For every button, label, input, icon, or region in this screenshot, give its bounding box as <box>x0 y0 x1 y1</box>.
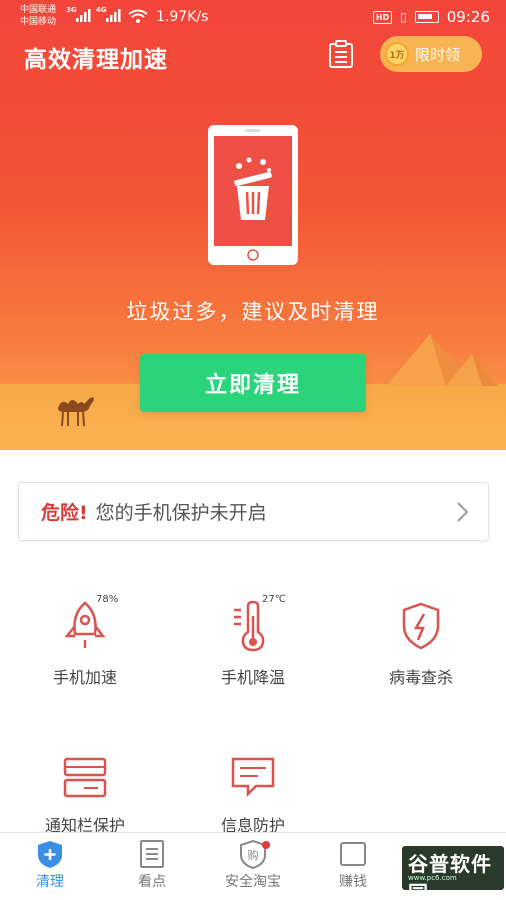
money-icon <box>340 842 366 866</box>
phone-trash-illustration <box>208 125 298 265</box>
rocket-icon <box>64 601 106 648</box>
coin-icon: 1万 <box>385 42 409 66</box>
tab-label: 安全淘宝 <box>225 874 281 890</box>
app-screen: 中国联通 中国移动 3G 4G 1.97K/s HD ▯ 09:26 高效清理加… <box>0 0 506 900</box>
svg-text:购: 购 <box>248 848 259 862</box>
carrier-2: 中国移动 <box>20 17 57 27</box>
thermometer-icon <box>234 600 265 652</box>
hd-badge: HD <box>372 10 393 24</box>
feature-virus-scan[interactable]: 病毒查杀 <box>366 600 476 688</box>
feature-phone-boost[interactable]: 78% 手机加速 <box>30 594 140 688</box>
promo-label: 限时领 <box>415 45 461 64</box>
status-right: HD ▯ 09:26 <box>372 8 490 26</box>
shield-plus-icon <box>38 841 62 868</box>
carrier-1: 中国联通 <box>20 5 57 15</box>
carrier-labels: 中国联通 中国移动 <box>20 4 56 28</box>
hero-message: 垃圾过多，建议及时清理 <box>126 300 380 324</box>
temperature-badge: 27℃ <box>262 594 286 605</box>
clean-now-button[interactable]: 立即清理 <box>140 354 366 412</box>
signal-icon-2 <box>106 9 121 22</box>
limited-offer-button[interactable]: 1万 限时领 <box>380 36 482 72</box>
feature-label: 病毒查杀 <box>388 668 453 687</box>
clock: 09:26 <box>446 8 490 26</box>
watermark-url: www.pc6.com <box>408 874 457 882</box>
warning-message: 您的手机保护未开启 <box>95 502 267 524</box>
notification-bar-icon <box>63 757 107 798</box>
notification-dot <box>262 841 270 849</box>
protection-warning-card[interactable]: 危险! 您的手机保护未开启 <box>18 482 489 541</box>
tab-earn[interactable]: 赚钱 <box>308 839 398 891</box>
feature-notification-protect[interactable]: 通知栏保护 <box>30 756 140 836</box>
pyramids-decoration <box>386 334 498 386</box>
tab-highlights[interactable]: 看点 <box>107 839 197 891</box>
signal-icon <box>76 9 91 22</box>
boost-percent-badge: 78% <box>96 594 119 605</box>
site-watermark: 谷普软件园 www.pc6.com <box>402 846 504 900</box>
feature-label: 手机降温 <box>220 668 285 687</box>
tab-label: 赚钱 <box>339 874 367 890</box>
vibrate-icon: ▯ <box>400 10 407 24</box>
status-bar: 中国联通 中国移动 3G 4G 1.97K/s HD ▯ 09:26 <box>0 0 506 34</box>
message-icon <box>231 757 275 798</box>
chevron-right-icon <box>457 502 469 522</box>
app-title: 高效清理加速 <box>24 47 168 73</box>
tab-label: 清理 <box>36 874 64 890</box>
tab-safe-taobao[interactable]: 购 安全淘宝 <box>208 839 298 891</box>
feature-message-protect[interactable]: 信息防护 <box>198 756 308 836</box>
battery-icon <box>414 11 439 23</box>
shield-lightning-icon <box>402 602 440 650</box>
network-speed: 1.97K/s <box>156 9 209 25</box>
camel-decoration <box>58 397 94 427</box>
document-icon <box>140 840 164 868</box>
feature-label: 手机加速 <box>52 668 117 687</box>
danger-label: 危险! <box>41 502 88 524</box>
clipboard-icon[interactable] <box>328 40 354 68</box>
hero-section: 中国联通 中国移动 3G 4G 1.97K/s HD ▯ 09:26 高效清理加… <box>0 0 506 450</box>
feature-phone-cooling[interactable]: 27℃ 手机降温 <box>198 594 308 688</box>
wifi-icon <box>128 9 148 23</box>
tab-clean[interactable]: 清理 <box>5 839 95 891</box>
tab-label: 看点 <box>138 874 166 890</box>
